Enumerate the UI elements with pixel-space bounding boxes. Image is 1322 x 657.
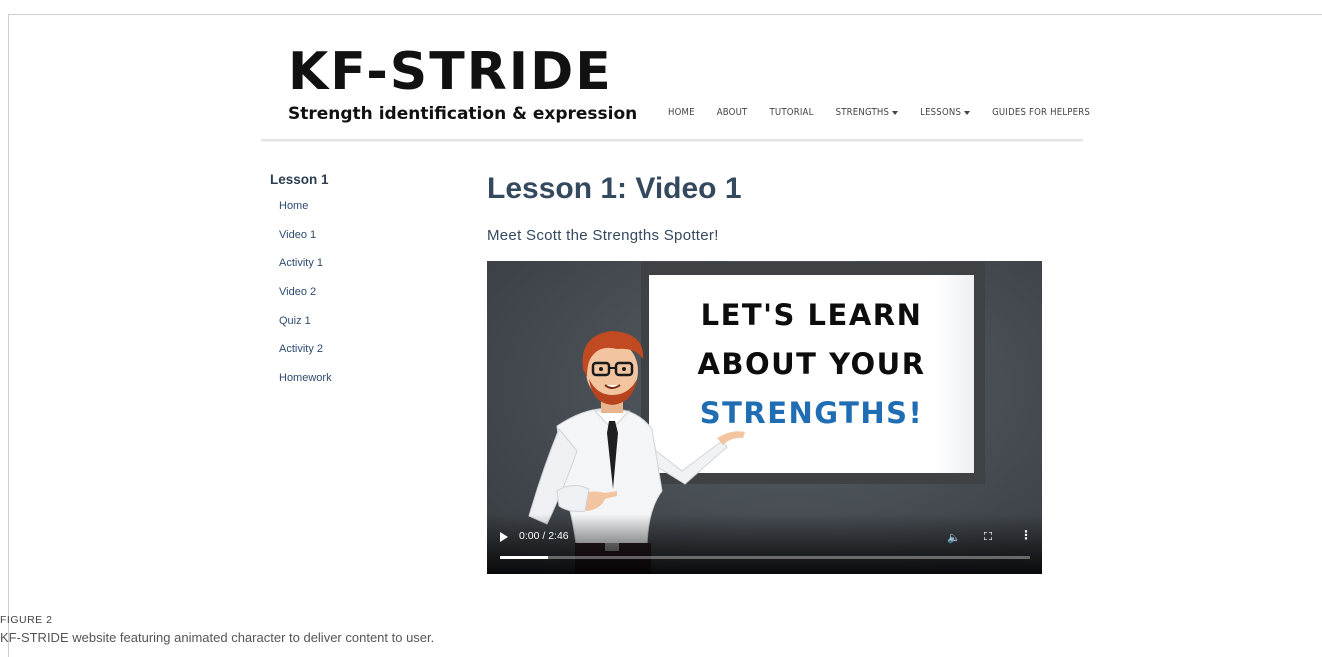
- progress-fill: [500, 556, 548, 559]
- nav-label: LESSONS: [920, 107, 962, 118]
- nav-guides-for-helpers[interactable]: GUIDES FOR HELPERS: [992, 107, 1090, 118]
- progress-bar[interactable]: [500, 556, 1030, 559]
- logo-subtitle: Strength identification & expression: [288, 104, 638, 124]
- nav-label: STRENGTHS: [835, 107, 890, 118]
- lesson-sidebar: Lesson 1 Home Video 1 Activity 1 Video 2…: [270, 172, 332, 400]
- sidebar-item-video-2[interactable]: Video 2: [279, 285, 332, 314]
- nav-label: ABOUT: [716, 107, 748, 118]
- figure-caption: KF-STRIDE website featuring animated cha…: [0, 630, 435, 645]
- sidebar-item-activity-2[interactable]: Activity 2: [279, 342, 332, 371]
- sidebar-title: Lesson 1: [270, 172, 329, 187]
- logo-title: KF-STRIDE: [288, 42, 613, 102]
- figure-frame-top: [8, 14, 1322, 15]
- fullscreen-icon[interactable]: [984, 532, 992, 540]
- volume-icon[interactable]: 🔈: [947, 531, 961, 544]
- caret-down-icon: [964, 110, 971, 115]
- play-icon[interactable]: [500, 532, 508, 542]
- nav-home[interactable]: HOME: [668, 107, 695, 118]
- nav-tutorial[interactable]: TUTORIAL: [769, 107, 813, 118]
- nav-strengths-dropdown[interactable]: STRENGTHS: [836, 107, 899, 118]
- controls-bar: [487, 514, 1042, 574]
- sidebar-item-activity-1[interactable]: Activity 1: [279, 256, 332, 285]
- figure-label: FIGURE 2: [0, 614, 53, 626]
- header-divider: [261, 139, 1083, 141]
- video-time: 0:00 / 2:46: [519, 530, 569, 542]
- page-title: Lesson 1: Video 1: [487, 172, 742, 205]
- nav-lessons-dropdown[interactable]: LESSONS: [920, 107, 971, 118]
- more-options-icon[interactable]: ⋮: [1020, 529, 1032, 541]
- nav-label: TUTORIAL: [769, 107, 814, 118]
- site-logo[interactable]: KF-STRIDE Strength identification & expr…: [288, 46, 637, 124]
- sidebar-item-quiz-1[interactable]: Quiz 1: [279, 314, 332, 343]
- video-player[interactable]: LET'S LEARN ABOUT YOUR STRENGTHS! 0:00 /…: [487, 261, 1042, 574]
- main-nav: HOME ABOUT TUTORIAL STRENGTHS LESSONS GU…: [668, 107, 1090, 118]
- page-subtitle: Meet Scott the Strengths Spotter!: [487, 227, 719, 244]
- sidebar-list: Home Video 1 Activity 1 Video 2 Quiz 1 A…: [270, 199, 332, 400]
- figure-frame-left: [8, 14, 9, 657]
- sidebar-item-homework[interactable]: Homework: [279, 371, 332, 400]
- caret-down-icon: [892, 110, 899, 115]
- nav-about[interactable]: ABOUT: [717, 107, 748, 118]
- sidebar-item-home[interactable]: Home: [279, 199, 332, 228]
- nav-label: GUIDES FOR HELPERS: [992, 107, 1091, 118]
- nav-label: HOME: [668, 107, 695, 118]
- sidebar-item-video-1[interactable]: Video 1: [279, 228, 332, 257]
